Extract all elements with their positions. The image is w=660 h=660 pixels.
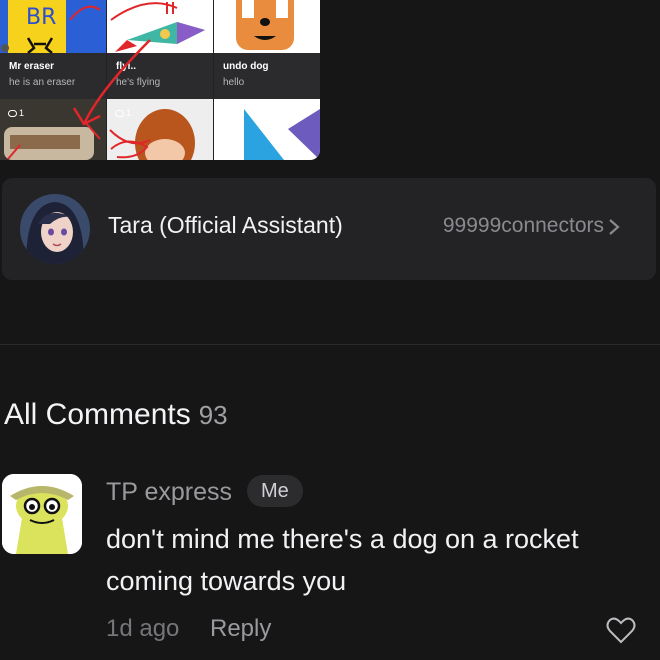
chat-bubble-icon [222, 109, 231, 117]
character-name: Mr eraser [9, 61, 55, 72]
connectors-count: 99999connectors [442, 214, 604, 237]
comments-count: 93 [198, 400, 228, 430]
chevron-right-icon[interactable] [608, 218, 620, 236]
me-badge: Me [247, 475, 303, 507]
character-caption: flyi.. he's flying [107, 53, 213, 99]
character-description: hello [223, 77, 245, 88]
character-description: he is an eraser [9, 77, 76, 88]
character-name: undo dog [223, 61, 269, 72]
comment-timestamp: 1d ago [106, 615, 180, 642]
character-caption: undo dog hello [214, 53, 320, 99]
character-card-partial-1[interactable]: 1 [0, 99, 106, 160]
chat-count: 1 [115, 108, 131, 118]
character-grid: BR Mr eraser he is an eraser flyi.. he's… [0, 0, 320, 160]
character-name: flyi.. [116, 61, 137, 72]
comments-header: All Comments 93 [4, 398, 228, 432]
chat-bubble-icon [115, 109, 124, 117]
assistant-card[interactable]: Tara (Official Assistant) 99999connector… [2, 178, 656, 280]
flying-rocket-thumbnail [107, 0, 213, 53]
section-divider [0, 344, 660, 345]
comment-author-avatar[interactable] [2, 474, 82, 554]
comment-text: don't mind me there's a dog on a rocket … [106, 524, 579, 596]
connectors-link[interactable]: 99999connectors [443, 214, 622, 238]
assistant-name: Tara (Official Assistant) [108, 212, 343, 238]
character-card-undo-dog[interactable]: undo dog hello [214, 0, 320, 99]
chat-count: 1 [222, 108, 238, 118]
reply-button[interactable]: Reply [210, 615, 271, 643]
chat-bubble-icon [8, 109, 17, 117]
svg-text:BR: BR [26, 5, 56, 30]
character-card-mr-eraser[interactable]: BR Mr eraser he is an eraser [0, 0, 106, 99]
character-card-flying[interactable]: flyi.. he's flying [107, 0, 213, 99]
character-caption: Mr eraser he is an eraser [0, 53, 106, 99]
comments-title: All Comments [4, 398, 191, 431]
mr-eraser-thumbnail: BR [0, 0, 106, 53]
assistant-avatar [20, 194, 90, 264]
heart-outline-icon[interactable] [606, 616, 636, 644]
character-description: he's flying [116, 77, 161, 88]
undo-dog-thumbnail [214, 0, 320, 53]
chat-count: 1 [8, 108, 24, 118]
character-card-partial-3[interactable]: 1 [214, 99, 320, 160]
character-card-partial-2[interactable]: 1 [107, 99, 213, 160]
comment-author-name[interactable]: TP express [106, 478, 232, 507]
